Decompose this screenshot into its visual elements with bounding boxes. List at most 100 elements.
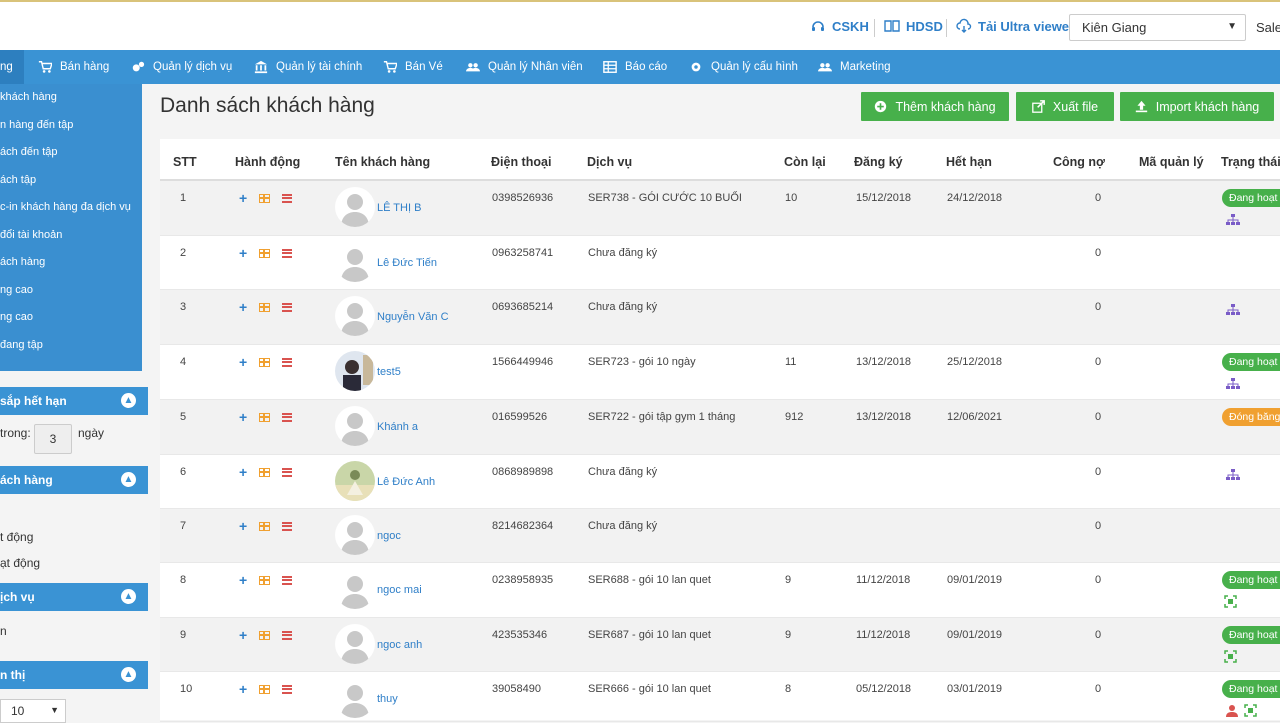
sitemap-icon[interactable] <box>1226 378 1240 390</box>
nav-item-config[interactable]: Quản lý cấu hình <box>689 50 798 84</box>
sitemap-icon[interactable] <box>1226 304 1240 316</box>
grid-icon[interactable] <box>259 412 271 422</box>
plus-icon[interactable]: + <box>239 410 247 424</box>
submenu-item[interactable]: đang tập <box>0 332 142 360</box>
customer-name-link[interactable]: Nguyễn Văn C <box>377 311 449 323</box>
ultraviewer-link[interactable]: Tải Ultra viewer <box>956 18 1074 34</box>
col-header-name[interactable]: Tên khách hàng <box>335 155 430 169</box>
sitemap-icon[interactable] <box>1226 469 1240 481</box>
submenu-item[interactable]: khách hàng <box>0 84 142 112</box>
hdsd-link[interactable]: HDSD <box>884 18 943 34</box>
customer-name-link[interactable]: Khánh a <box>377 421 418 433</box>
scan-icon[interactable] <box>1244 704 1257 717</box>
plus-icon[interactable]: + <box>239 682 247 696</box>
chevron-up-icon[interactable]: ▲ <box>121 472 136 487</box>
nav-item-reports[interactable]: Báo cáo <box>603 50 667 84</box>
col-header-manager-code[interactable]: Mã quản lý <box>1139 155 1204 169</box>
chevron-up-icon[interactable]: ▲ <box>121 589 136 604</box>
plus-icon[interactable]: + <box>239 191 247 205</box>
customer-name-link[interactable]: ngoc mai <box>377 584 422 596</box>
nav-item-services[interactable]: Quản lý dịch vụ <box>131 50 232 84</box>
submenu-item[interactable]: ách tập <box>0 167 142 195</box>
plus-icon[interactable]: + <box>239 465 247 479</box>
list-icon[interactable] <box>282 630 293 640</box>
list-icon[interactable] <box>282 193 293 203</box>
filter-active[interactable]: t động <box>0 530 33 544</box>
panel-expiring-header[interactable]: sắp hết hạn ▲ <box>0 387 148 415</box>
list-icon[interactable] <box>282 302 293 312</box>
submenu-item[interactable]: ách hàng <box>0 249 142 277</box>
col-header-stt[interactable]: STT <box>173 155 197 169</box>
customer-name-link[interactable]: LÊ THỊ B <box>377 202 421 214</box>
grid-icon[interactable] <box>259 467 271 477</box>
customer-name-link[interactable]: test5 <box>377 366 401 378</box>
plus-icon[interactable]: + <box>239 355 247 369</box>
customer-name-link[interactable]: thuy <box>377 693 398 705</box>
grid-icon[interactable] <box>259 575 271 585</box>
nav-item-staff[interactable]: Quản lý Nhân viên <box>466 50 583 84</box>
submenu-item[interactable]: đổi tài khoản <box>0 222 142 250</box>
nav-item-marketing[interactable]: Marketing <box>818 50 891 84</box>
filter-inactive[interactable]: ạt động <box>0 556 40 570</box>
chevron-up-icon[interactable]: ▲ <box>121 393 136 408</box>
page-size-select[interactable]: 10 ▼ <box>0 699 66 723</box>
col-header-service[interactable]: Dịch vụ <box>587 155 632 169</box>
col-header-remaining[interactable]: Còn lại <box>784 155 826 169</box>
panel-customers-header[interactable]: ách hàng ▲ <box>0 466 148 494</box>
customer-name-link[interactable]: ngoc anh <box>377 639 422 651</box>
list-icon[interactable] <box>282 684 293 694</box>
plus-icon[interactable]: + <box>239 573 247 587</box>
list-icon[interactable] <box>282 248 293 258</box>
col-header-debt[interactable]: Công nợ <box>1053 155 1105 169</box>
nav-item-finance[interactable]: Quản lý tài chính <box>254 50 362 84</box>
grid-icon[interactable] <box>259 521 271 531</box>
submenu-item[interactable]: c-in khách hàng đa dịch vụ <box>0 194 142 222</box>
plus-icon[interactable]: + <box>239 628 247 642</box>
grid-icon[interactable] <box>259 302 271 312</box>
list-icon[interactable] <box>282 357 293 367</box>
plus-icon[interactable]: + <box>239 246 247 260</box>
panel-display-header[interactable]: n thị ▲ <box>0 661 148 689</box>
import-customer-button[interactable]: Import khách hàng <box>1120 92 1274 121</box>
sitemap-icon[interactable] <box>1226 214 1240 226</box>
export-file-button[interactable]: Xuất file <box>1016 92 1114 121</box>
col-header-expires[interactable]: Hết hạn <box>946 155 992 169</box>
list-icon[interactable] <box>282 412 293 422</box>
table-row: 6 + Lê Đức Anh 0868989898 Chưa đăng ký 0 <box>160 455 1280 509</box>
plus-icon[interactable]: + <box>239 300 247 314</box>
nav-item-sales[interactable]: Bán hàng <box>38 50 109 84</box>
grid-icon[interactable] <box>259 684 271 694</box>
customer-name-link[interactable]: Lê Đức Tiến <box>377 257 437 269</box>
submenu-item[interactable]: n hàng đến tập <box>0 112 142 140</box>
days-input[interactable]: 3 <box>34 424 72 454</box>
list-icon[interactable] <box>282 521 293 531</box>
cskh-link[interactable]: CSKH <box>810 18 869 34</box>
user-menu[interactable]: Sales <box>1256 20 1280 35</box>
scan-icon[interactable] <box>1224 650 1237 663</box>
list-icon[interactable] <box>282 467 293 477</box>
user-icon[interactable] <box>1226 704 1238 717</box>
panel-services-header[interactable]: ịch vụ ▲ <box>0 583 148 611</box>
grid-icon[interactable] <box>259 357 271 367</box>
customer-name-link[interactable]: Lê Đức Anh <box>377 476 435 488</box>
list-icon[interactable] <box>282 575 293 585</box>
plus-icon[interactable]: + <box>239 519 247 533</box>
submenu-item[interactable]: ách đến tập <box>0 139 142 167</box>
nav-item-tickets[interactable]: Bán Vé <box>383 50 443 84</box>
services-filter[interactable]: n <box>0 624 7 638</box>
scan-icon[interactable] <box>1224 595 1237 608</box>
col-header-phone[interactable]: Điện thoại <box>491 155 551 169</box>
grid-icon[interactable] <box>259 193 271 203</box>
submenu-item[interactable]: ng cao <box>0 304 142 332</box>
grid-icon[interactable] <box>259 630 271 640</box>
col-header-registered[interactable]: Đăng ký <box>854 155 903 169</box>
chevron-up-icon[interactable]: ▲ <box>121 667 136 682</box>
grid-icon[interactable] <box>259 248 271 258</box>
col-header-status[interactable]: Trạng thái <box>1221 155 1280 169</box>
nav-item-customers[interactable]: ng <box>0 50 24 84</box>
customer-name-link[interactable]: ngoc <box>377 530 401 542</box>
add-customer-button[interactable]: Thêm khách hàng <box>861 92 1009 121</box>
submenu-item[interactable]: ng cao <box>0 277 142 305</box>
nav-item-label: Quản lý cấu hình <box>711 61 798 73</box>
region-select[interactable]: Kiên Giang ▼ <box>1069 14 1246 41</box>
